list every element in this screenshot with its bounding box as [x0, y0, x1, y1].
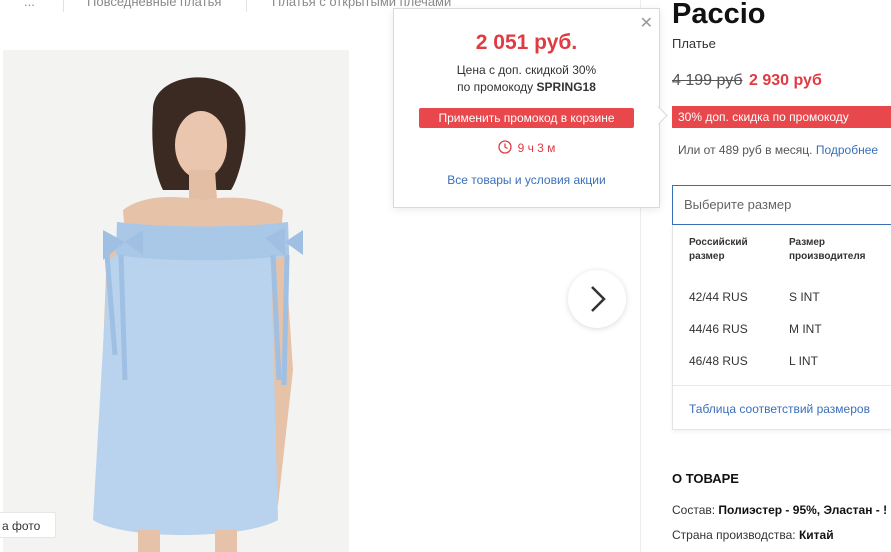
promo-code-prefix: по промокоду: [457, 80, 537, 94]
size-maker: S INT: [789, 290, 820, 304]
size-select[interactable]: Выберите размер: [672, 185, 891, 225]
installments-info: Или от 489 руб в месяц. Подробнее: [678, 143, 878, 157]
product-type: Платье: [672, 36, 716, 51]
close-icon[interactable]: ✕: [640, 13, 653, 33]
country-line: Страна производства: Китай: [672, 528, 834, 542]
installments-link[interactable]: Подробнее: [816, 143, 878, 157]
promo-code-line: по промокоду SPRING18: [394, 80, 659, 94]
size-ru: 44/46 RUS: [689, 322, 748, 336]
size-maker: L INT: [789, 354, 818, 368]
size-ru: 42/44 RUS: [689, 290, 748, 304]
new-price: 2 930 руб: [749, 72, 822, 89]
country-value: Китай: [798, 528, 834, 542]
size-col-maker-line1: Размер: [789, 237, 826, 248]
breadcrumb-separator: [63, 0, 64, 12]
country-label: Страна производства:: [672, 528, 799, 542]
divider: [673, 385, 891, 386]
size-col-maker-line2: производителя: [789, 251, 866, 262]
about-heading: О ТОВАРЕ: [672, 471, 739, 486]
promo-popup: ✕ 2 051 руб. Цена с доп. скидкой 30% по …: [393, 8, 660, 208]
size-option[interactable]: 46/48 RUS L INT: [673, 347, 891, 377]
promo-description: Цена с доп. скидкой 30%: [456, 63, 597, 77]
product-photo[interactable]: [3, 50, 349, 552]
promo-timer-value: 9 ч 3 м: [517, 141, 556, 155]
all-photos-button[interactable]: а фото: [0, 512, 56, 538]
promo-code: SPRING18: [536, 80, 596, 94]
promo-conditions-link[interactable]: Все товары и условия акции: [394, 173, 659, 187]
size-option[interactable]: 42/44 RUS S INT: [673, 283, 891, 313]
size-ru: 46/48 RUS: [689, 354, 748, 368]
size-chart-link[interactable]: Таблица соответствий размеров: [689, 402, 870, 416]
clock-icon: [497, 140, 512, 154]
product-brand[interactable]: Paccio: [672, 0, 766, 31]
dress-model-image: [3, 50, 349, 552]
size-maker: M INT: [789, 322, 822, 336]
apply-promo-button[interactable]: Применить промокод в корзине: [419, 108, 634, 128]
size-col-russian-line1: Российский: [689, 237, 748, 248]
installments-text: Или от 489 руб в месяц.: [678, 143, 813, 157]
old-price: 4 199 руб: [672, 72, 743, 89]
promo-price: 2 051 руб.: [475, 31, 578, 54]
breadcrumb-separator: [246, 0, 247, 12]
size-col-russian-line2: размер: [689, 251, 725, 262]
size-col-maker: Размер производителя: [789, 236, 866, 264]
discount-badge[interactable]: 30% доп. скидка по промокоду: [672, 106, 891, 128]
size-col-russian: Российский размер: [689, 236, 748, 264]
size-option[interactable]: 44/46 RUS M INT: [673, 315, 891, 345]
chevron-right-icon: [591, 286, 606, 312]
composition-line: Состав: Полиэстер - 95%, Эластан - !: [672, 503, 887, 517]
next-photo-button[interactable]: [568, 270, 626, 328]
promo-timer: 9 ч 3 м: [394, 140, 659, 155]
breadcrumb-item-more[interactable]: ...: [24, 0, 35, 9]
composition-label: Состав:: [672, 503, 719, 517]
composition-value: Полиэстер - 95%, Эластан - !: [718, 503, 888, 517]
breadcrumb-item-casual-dresses[interactable]: Повседневные платья: [87, 0, 221, 9]
size-dropdown: Российский размер Размер производителя 4…: [672, 225, 891, 430]
